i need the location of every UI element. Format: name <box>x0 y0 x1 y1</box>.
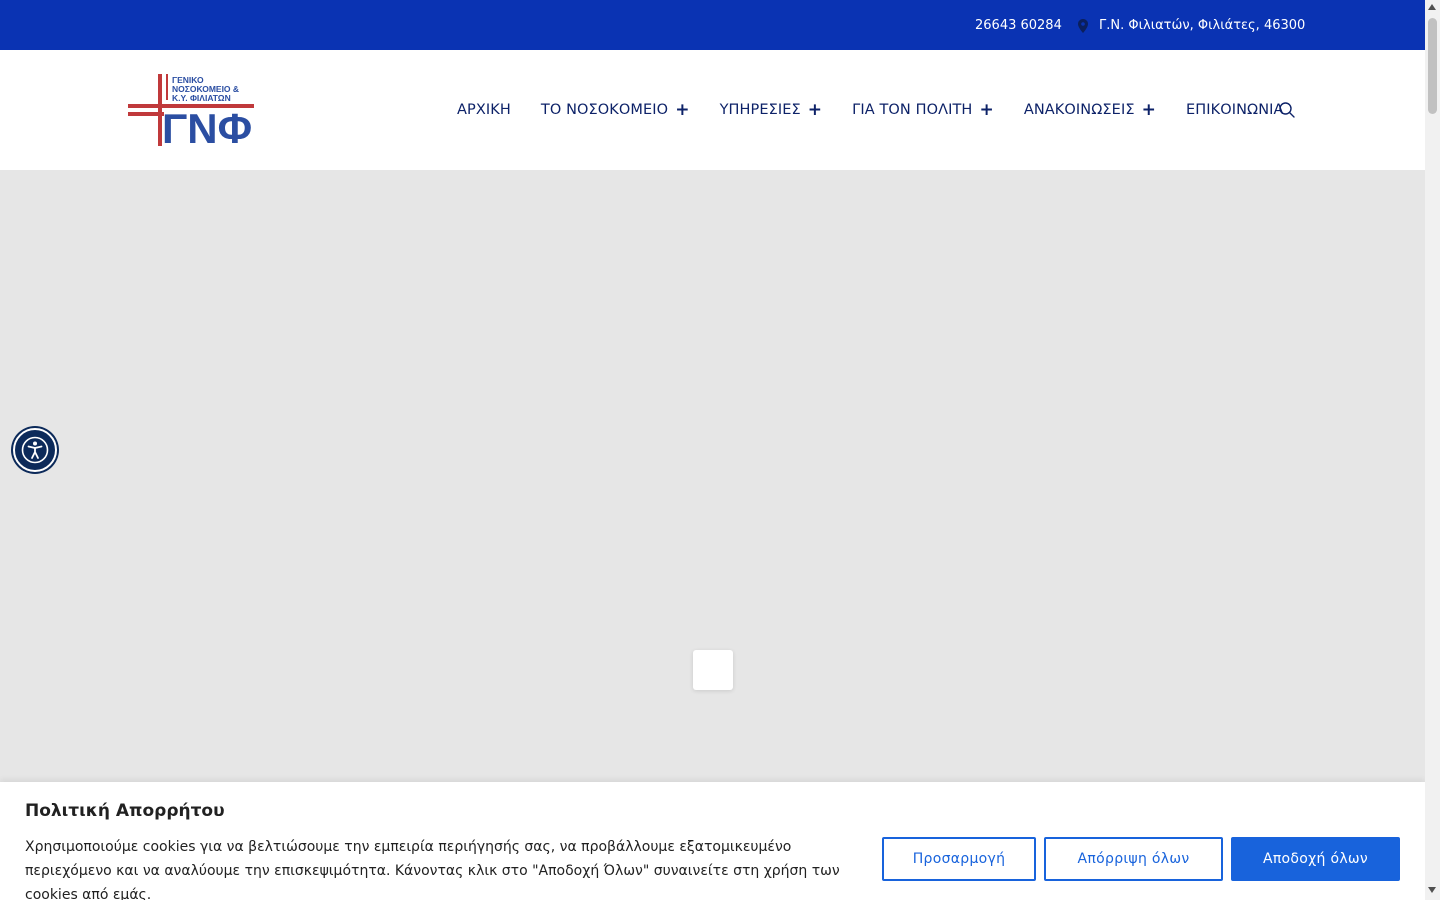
nav-label: ΥΠΗΡΕΣΙΕΣ <box>719 102 801 118</box>
plus-icon: + <box>1141 100 1156 120</box>
loading-indicator <box>693 650 733 690</box>
nav-item-contact[interactable]: ΕΠΙΚΟΙΝΩΝΙΑ <box>1186 102 1284 118</box>
hospital-logo[interactable]: ΓΕΝΙΚΟ ΝΟΣΟΚΟΜΕΙΟ & Κ.Υ. ΦΙΛΙΑΤΩΝ ΓΝΦ <box>128 74 256 152</box>
nav-item-citizen[interactable]: ΓΙΑ ΤΟΝ ΠΟΛΙΤΗ + <box>852 100 994 120</box>
nav-label: ΑΡΧΙΚΗ <box>457 102 511 118</box>
scroll-up-icon[interactable] <box>1428 4 1436 10</box>
cookie-consent-banner: Πολιτική Απορρήτου Χρησιμοποιούμε cookie… <box>0 782 1425 900</box>
plus-icon: + <box>675 100 690 120</box>
page: 26643 60284 Γ.Ν. Φιλιατών, Φιλιάτες, 463… <box>0 0 1425 900</box>
svg-text:ΓΝΦ: ΓΝΦ <box>162 105 252 146</box>
nav-item-announcements[interactable]: ΑΝΑΚΟΙΝΩΣΕΙΣ + <box>1023 100 1156 120</box>
search-icon[interactable] <box>1278 101 1296 119</box>
scroll-thumb[interactable] <box>1428 18 1437 114</box>
main-content-area <box>0 170 1425 782</box>
cookie-description: Χρησιμοποιούμε cookies για να βελτιώσουμ… <box>25 839 840 900</box>
accept-all-button[interactable]: Αποδοχή όλων <box>1231 837 1400 881</box>
nav-label: ΓΙΑ ΤΟΝ ΠΟΛΙΤΗ <box>852 102 973 118</box>
accessibility-icon[interactable] <box>13 428 57 472</box>
main-navigation: ΑΡΧΙΚΗ ΤΟ ΝΟΣΟΚΟΜΕΙΟ + ΥΠΗΡΕΣΙΕΣ + ΓΙΑ Τ… <box>457 50 1314 170</box>
page-scrollbar[interactable] <box>1425 0 1440 900</box>
phone-number[interactable]: 26643 60284 <box>975 17 1062 35</box>
reject-all-button[interactable]: Απόρριψη όλων <box>1044 837 1223 881</box>
nav-label: ΤΟ ΝΟΣΟΚΟΜΕΙΟ <box>540 102 669 118</box>
nav-item-home[interactable]: ΑΡΧΙΚΗ <box>457 102 511 118</box>
address-text: Γ.Ν. Φιλιατών, Φιλιάτες, 46300 <box>1099 18 1306 33</box>
cookie-title: Πολιτική Απορρήτου <box>25 801 225 821</box>
nav-label: ΕΠΙΚΟΙΝΩΝΙΑ <box>1185 102 1284 118</box>
nav-label: ΑΝΑΚΟΙΝΩΣΕΙΣ <box>1023 102 1135 118</box>
plus-icon: + <box>807 100 823 120</box>
nav-item-hospital[interactable]: ΤΟ ΝΟΣΟΚΟΜΕΙΟ + <box>540 100 690 120</box>
site-header: ΓΕΝΙΚΟ ΝΟΣΟΚΟΜΕΙΟ & Κ.Υ. ΦΙΛΙΑΤΩΝ ΓΝΦ ΑΡ… <box>0 50 1425 170</box>
scroll-down-icon[interactable] <box>1428 887 1436 893</box>
top-contact-bar: 26643 60284 Γ.Ν. Φιλιατών, Φιλιάτες, 463… <box>0 0 1425 50</box>
address-link[interactable]: Γ.Ν. Φιλιατών, Φιλιάτες, 46300 <box>1078 17 1305 35</box>
nav-item-services[interactable]: ΥΠΗΡΕΣΙΕΣ + <box>719 100 823 120</box>
svg-text:Κ.Υ. ΦΙΛΙΑΤΩΝ: Κ.Υ. ΦΙΛΙΑΤΩΝ <box>172 93 231 103</box>
map-pin-icon <box>1078 19 1088 33</box>
customize-button[interactable]: Προσαρμογή <box>882 837 1036 881</box>
plus-icon: + <box>979 100 994 120</box>
